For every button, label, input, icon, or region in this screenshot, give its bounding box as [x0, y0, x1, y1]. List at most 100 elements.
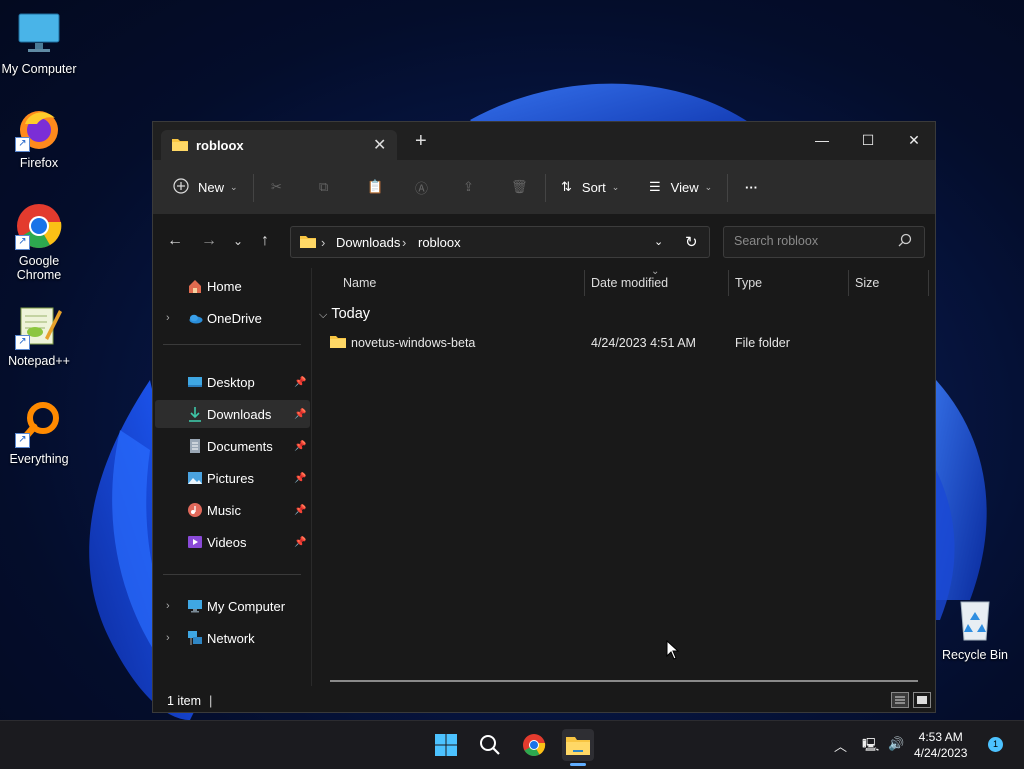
folder-icon — [171, 137, 189, 155]
delete-button[interactable]: 🗑 — [511, 173, 528, 201]
expand-chevron-icon[interactable]: › — [166, 312, 170, 324]
expand-chevron-icon[interactable]: › — [166, 632, 170, 644]
folder-icon — [299, 234, 317, 252]
desktop-icon-recycle-bin[interactable]: Recycle Bin — [936, 596, 1014, 662]
toolbar-divider — [545, 174, 546, 202]
copy-button[interactable]: ⧉ — [319, 173, 328, 201]
desktop-icon-notepadpp[interactable]: ↗ Notepad++ — [0, 302, 78, 368]
system-clock[interactable]: 4:53 AM 4/24/2023 — [914, 729, 967, 761]
pin-icon: 📌 — [294, 440, 307, 452]
tab-close-icon[interactable]: ✕ — [373, 135, 386, 155]
table-row[interactable]: novetus-windows-beta 4/24/2023 4:51 AM F… — [329, 330, 909, 358]
column-divider[interactable] — [848, 270, 849, 296]
refresh-icon[interactable]: ↻ — [685, 233, 698, 251]
search-input[interactable] — [732, 233, 896, 249]
maximize-button[interactable]: ☐ — [845, 126, 891, 154]
column-header-name[interactable]: Name — [343, 276, 376, 290]
column-header-type[interactable]: Type — [735, 276, 762, 290]
address-dropdown-chevron-icon[interactable]: ⌄ — [654, 235, 663, 248]
column-divider[interactable] — [928, 270, 929, 296]
nav-item-downloads[interactable]: Downloads 📌 — [155, 400, 310, 428]
active-app-indicator — [570, 763, 586, 766]
shortcut-arrow-icon: ↗ — [15, 137, 30, 152]
network-status-icon[interactable]: 🖳 — [862, 736, 879, 758]
view-label: View — [670, 179, 699, 195]
share-button[interactable]: ⇪ — [463, 173, 474, 201]
clipboard-icon: 📋 — [367, 179, 384, 194]
pin-icon: 📌 — [294, 504, 307, 516]
horizontal-scrollbar[interactable] — [330, 680, 918, 682]
breadcrumb-chevron-icon: › — [321, 235, 326, 250]
back-arrow-icon[interactable]: ← — [167, 232, 183, 250]
forward-arrow-icon[interactable]: → — [201, 232, 217, 250]
shortcut-arrow-icon: ↗ — [15, 235, 30, 250]
column-header-date-modified[interactable]: Date modified — [591, 276, 668, 290]
desktop-icon-everything[interactable]: ↗ Everything — [0, 400, 78, 466]
up-arrow-icon[interactable]: ↑ — [261, 232, 269, 250]
windows-logo-icon — [435, 734, 457, 756]
address-bar[interactable]: › Downloads › robloox ⌄ ↻ — [290, 226, 710, 258]
taskbar-chrome-button[interactable] — [518, 729, 550, 761]
rename-icon: Ⓐ — [415, 180, 429, 196]
rename-button[interactable]: Ⓐ — [415, 173, 428, 201]
nav-item-desktop[interactable]: Desktop 📌 — [155, 368, 310, 396]
nav-item-my-computer[interactable]: › My Computer — [155, 592, 310, 620]
paste-button[interactable]: 📋 — [367, 173, 383, 201]
column-divider[interactable] — [728, 270, 729, 296]
pin-icon: 📌 — [294, 472, 307, 484]
file-explorer-window: robloox ✕ + — ☐ ✕ New ⌄ ✂ ⧉ 📋 Ⓐ ⇪ 🗑 ⇅ So… — [152, 121, 936, 713]
videos-icon — [187, 534, 203, 550]
column-divider[interactable] — [584, 270, 585, 296]
file-explorer-folder-icon — [566, 737, 590, 755]
group-label: Today — [331, 306, 371, 322]
nav-item-music[interactable]: Music 📌 — [155, 496, 310, 524]
view-button[interactable]: ☰ View ⌄ — [649, 173, 712, 201]
documents-icon — [187, 438, 203, 454]
sort-arrows-icon: ⇅ — [561, 179, 572, 194]
nav-item-home[interactable]: Home — [155, 272, 310, 300]
tiles-view-icon — [917, 696, 927, 704]
search-icon — [480, 735, 500, 755]
taskbar-file-explorer-button[interactable] — [562, 729, 594, 761]
breadcrumb-robloox[interactable]: robloox — [418, 235, 461, 250]
pane-splitter[interactable] — [311, 268, 312, 686]
desktop-icon-chrome[interactable]: ↗ Google Chrome — [0, 202, 78, 282]
notification-badge[interactable]: 1 — [988, 737, 1003, 752]
start-button[interactable] — [430, 729, 462, 761]
nav-item-videos[interactable]: Videos 📌 — [155, 528, 310, 556]
home-icon — [187, 278, 203, 294]
close-window-button[interactable]: ✕ — [891, 126, 937, 154]
tab-robloox[interactable]: robloox ✕ — [161, 130, 397, 160]
nav-item-network[interactable]: › Network — [155, 624, 310, 652]
new-tab-button[interactable]: + — [415, 130, 427, 153]
nav-item-onedrive[interactable]: › OneDrive — [155, 304, 310, 332]
desktop-icon-firefox[interactable]: ↗ Firefox — [0, 104, 78, 170]
status-bar: 1 item | — [153, 688, 935, 714]
toolbar-divider — [727, 174, 728, 202]
minimize-button[interactable]: — — [799, 126, 845, 154]
sort-button[interactable]: ⇅ Sort ⌄ — [561, 173, 619, 201]
taskbar: ︿ 🖳 🔊 4:53 AM 4/24/2023 1 — [0, 720, 1024, 769]
tiles-view-button[interactable] — [913, 692, 931, 708]
breadcrumb-downloads[interactable]: Downloads — [336, 235, 400, 250]
nav-item-documents[interactable]: Documents 📌 — [155, 432, 310, 460]
nav-divider — [163, 574, 301, 575]
download-icon — [187, 406, 203, 422]
breadcrumb-chevron-icon: › — [402, 235, 407, 250]
details-view-button[interactable] — [891, 692, 909, 708]
cut-button[interactable]: ✂ — [271, 173, 282, 201]
volume-icon[interactable]: 🔊 — [888, 736, 904, 752]
group-header-today[interactable]: ⌵ Today — [319, 306, 370, 322]
desktop-icon-my-computer[interactable]: My Computer — [0, 10, 78, 76]
search-box[interactable] — [723, 226, 925, 258]
view-list-icon: ☰ — [649, 179, 661, 194]
nav-item-pictures[interactable]: Pictures 📌 — [155, 464, 310, 492]
tray-overflow-chevron-icon[interactable]: ︿ — [834, 736, 847, 755]
expand-chevron-icon[interactable]: › — [166, 600, 170, 612]
recent-locations-chevron-icon[interactable]: ⌄ — [233, 234, 243, 248]
details-view-icon — [895, 696, 905, 704]
column-header-size[interactable]: Size — [855, 276, 879, 290]
more-options-button[interactable]: ··· — [745, 173, 758, 201]
taskbar-search-button[interactable] — [474, 729, 506, 761]
new-button[interactable]: New ⌄ — [173, 173, 238, 201]
